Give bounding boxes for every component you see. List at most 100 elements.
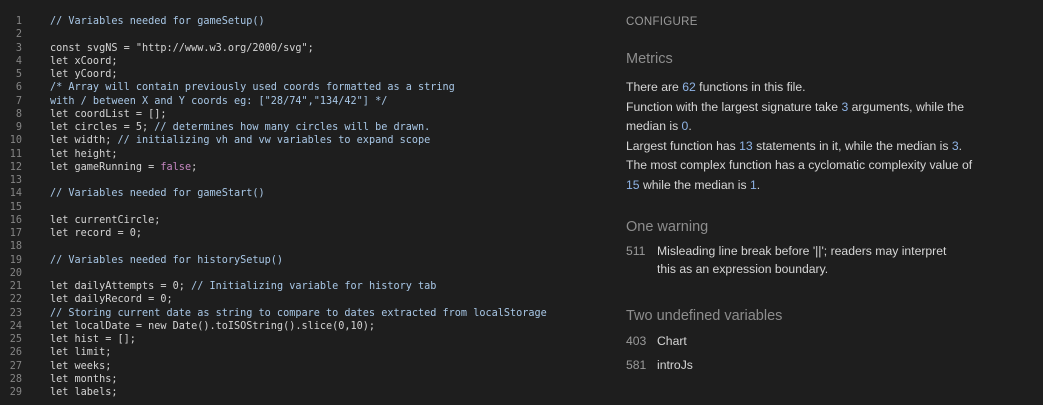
- code-text: // Storing current date as string to com…: [50, 307, 547, 319]
- line-number: 15: [9, 201, 22, 213]
- code-line: 17 let record = 0;: [0, 227, 600, 240]
- code-line: 20: [0, 267, 600, 280]
- line-number: 5: [15, 69, 22, 80]
- code-text: with / between X and Y coords eg: ["28/7…: [50, 95, 388, 107]
- code-line: 26 let limit;: [0, 346, 600, 359]
- metric-signature: Function with the largest signature take…: [626, 99, 965, 134]
- undefined-row[interactable]: 403 Chart: [626, 332, 967, 350]
- code-line: 29 let labels;: [0, 386, 600, 399]
- line-number: 7: [15, 95, 22, 107]
- line-number: 2: [15, 29, 22, 41]
- code-editor[interactable]: 1 // Variables needed for gameSetup() 2 3 co…: [0, 0, 600, 405]
- code-text: // Variables needed for historySetup(): [50, 254, 284, 266]
- code-line: 19 // Variables needed for historySetup(): [0, 254, 600, 267]
- warning-row[interactable]: 511 Misleading line break before '||'; re…: [626, 242, 967, 278]
- code-line: 28 let months;: [0, 373, 600, 386]
- code-text: // Variables needed for gameStart(): [50, 188, 265, 200]
- warnings-title: One warning: [626, 219, 709, 235]
- metric-functions: There are 62 functions in this file.: [626, 80, 806, 94]
- code-line: 10 let width; // initializing vh and vw v…: [0, 134, 600, 147]
- code-text: /* Array will contain previously used co…: [50, 82, 455, 94]
- line-number: 23: [9, 307, 22, 319]
- code-text: let width; // initializing vh and vw var…: [50, 135, 431, 147]
- code-text: let record = 0;: [50, 228, 143, 239]
- code-text: let hist = [];: [50, 334, 136, 345]
- code-text: let months;: [50, 373, 118, 385]
- code-text: let height;: [50, 148, 118, 160]
- line-number: 3: [15, 42, 22, 54]
- undefined-title: Two undefined variables: [626, 308, 783, 324]
- line-number: 20: [9, 267, 22, 279]
- code-line: 11 let height;: [0, 148, 600, 161]
- code-text: let limit;: [50, 347, 112, 359]
- line-number: 10: [9, 135, 22, 147]
- code-line: 4 let xCoord;: [0, 55, 600, 68]
- jshint-report-panel: CONFIGURE Metrics There are 62 functions…: [626, 0, 1026, 405]
- code-text: let dailyAttempts = 0; // Initializing v…: [50, 281, 437, 292]
- metric-complexity: The most complex function has a cyclomat…: [626, 158, 973, 192]
- metric-statements: Largest function has 13 statements in it…: [626, 138, 963, 153]
- code-line: 22 let dailyRecord = 0;: [0, 293, 600, 306]
- line-number: 8: [15, 108, 22, 120]
- line-number: 22: [9, 294, 22, 306]
- code-line: 27 let weeks;: [0, 360, 600, 373]
- undefined-line-number[interactable]: 403: [626, 332, 657, 350]
- code-text: let gameRunning = false;: [50, 161, 198, 173]
- line-number: 14: [9, 188, 22, 200]
- code-line: 25 let hist = [];: [0, 333, 600, 346]
- line-number: 24: [9, 320, 22, 332]
- code-text: let yCoord;: [50, 69, 118, 80]
- line-number: 9: [15, 122, 22, 133]
- configure-link[interactable]: CONFIGURE: [626, 16, 698, 28]
- code-text: let circles = 5; // determines how many …: [50, 122, 431, 133]
- code-line: 12 let gameRunning = false;: [0, 161, 600, 174]
- code-line: 6 /* Array will contain previously used c…: [0, 81, 600, 94]
- code-line: 14 // Variables needed for gameStart(): [0, 187, 600, 200]
- code-line: 5 let yCoord;: [0, 68, 600, 81]
- warning-line-number[interactable]: 511: [626, 242, 657, 260]
- code-line: 1 // Variables needed for gameSetup(): [0, 15, 600, 28]
- line-number: 12: [9, 161, 22, 173]
- code-line: 21 let dailyAttempts = 0; // Initializing…: [0, 280, 600, 293]
- line-number: 4: [15, 55, 22, 67]
- code-line: 23 // Storing current date as string to c…: [0, 307, 600, 320]
- code-text: // Variables needed for gameSetup(): [50, 16, 265, 27]
- code-line: 3 const svgNS = "http://www.w3.org/2000/s…: [0, 42, 600, 55]
- line-number: 13: [9, 175, 22, 186]
- undefined-name: Chart: [657, 334, 687, 348]
- code-text: let coordList = [];: [50, 108, 167, 120]
- code-text: let dailyRecord = 0;: [50, 294, 173, 306]
- line-number: 29: [9, 387, 22, 398]
- metrics-body: There are 62 functions in this file. Fun…: [626, 78, 986, 195]
- code-line: 9 let circles = 5; // determines how many…: [0, 121, 600, 134]
- undefined-row[interactable]: 581 introJs: [626, 356, 967, 374]
- code-line: 16 let currentCircle;: [0, 214, 600, 227]
- code-line: 2: [0, 28, 600, 41]
- code-line: 15: [0, 201, 600, 214]
- code-line: 13: [0, 174, 600, 187]
- line-number: 26: [9, 347, 22, 359]
- code-line: 7 with / between X and Y coords eg: ["28/…: [0, 95, 600, 108]
- warning-text: Misleading line break before '||'; reade…: [657, 244, 947, 276]
- line-number: 18: [9, 241, 22, 253]
- line-number: 6: [15, 82, 22, 94]
- line-number: 1: [15, 16, 22, 27]
- code-line: 24 let localDate = new Date().toISOString…: [0, 320, 600, 333]
- undefined-name: introJs: [657, 358, 693, 372]
- line-number: 27: [9, 360, 22, 372]
- line-number: 11: [9, 148, 22, 160]
- line-number: 17: [9, 228, 22, 239]
- code-line: 18: [0, 240, 600, 253]
- line-number: 19: [9, 254, 22, 266]
- metrics-title: Metrics: [626, 51, 673, 67]
- line-number: 28: [9, 373, 22, 385]
- code-text: let xCoord;: [50, 55, 118, 67]
- line-number: 16: [9, 214, 22, 226]
- line-number: 21: [9, 281, 22, 292]
- code-text: let currentCircle;: [50, 214, 161, 226]
- line-number: 25: [9, 334, 22, 345]
- undefined-line-number[interactable]: 581: [626, 356, 657, 374]
- code-text: const svgNS = "http://www.w3.org/2000/sv…: [50, 42, 314, 54]
- code-text: let weeks;: [50, 360, 112, 372]
- code-text: let labels;: [50, 387, 118, 398]
